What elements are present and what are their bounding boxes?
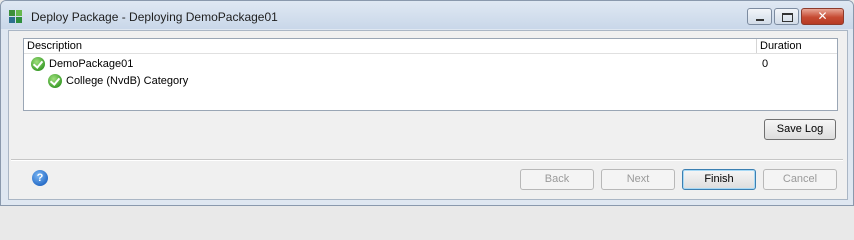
check-circle-icon: [48, 74, 62, 88]
item-description: DemoPackage01: [49, 58, 134, 70]
app-logo-icon: [9, 10, 23, 24]
item-description: College (NvdB) Category: [66, 75, 189, 87]
item-duration: 0: [762, 58, 769, 70]
cancel-button[interactable]: Cancel: [763, 169, 837, 190]
minimize-icon: [756, 19, 764, 21]
deploy-package-window: Deploy Package - Deploying DemoPackage01…: [0, 0, 854, 206]
list-item[interactable]: College (NvdB) Category: [48, 74, 548, 90]
divider: [11, 159, 843, 161]
column-divider[interactable]: [756, 39, 757, 53]
next-button[interactable]: Next: [601, 169, 675, 190]
maximize-icon: [782, 13, 793, 22]
column-header-description[interactable]: Description: [27, 40, 82, 52]
close-button[interactable]: ✕: [801, 8, 844, 25]
maximize-button[interactable]: [774, 8, 799, 25]
window-controls: ✕: [747, 8, 844, 25]
dialog-body: Description Duration DemoPackage01 0 Col…: [8, 30, 848, 200]
help-icon[interactable]: ?: [32, 170, 48, 186]
finish-button[interactable]: Finish: [682, 169, 756, 190]
minimize-button[interactable]: [747, 8, 772, 25]
check-circle-icon: [31, 57, 45, 71]
close-icon: ✕: [817, 9, 828, 23]
deploy-log-list[interactable]: Description Duration DemoPackage01 0 Col…: [23, 38, 838, 111]
column-header-duration[interactable]: Duration: [760, 40, 802, 52]
window-title: Deploy Package - Deploying DemoPackage01: [31, 10, 278, 24]
title-bar[interactable]: Deploy Package - Deploying DemoPackage01…: [1, 1, 853, 29]
back-button[interactable]: Back: [520, 169, 594, 190]
list-item[interactable]: DemoPackage01 0: [31, 57, 831, 73]
save-log-button[interactable]: Save Log: [764, 119, 836, 140]
list-header: Description Duration: [24, 39, 837, 54]
